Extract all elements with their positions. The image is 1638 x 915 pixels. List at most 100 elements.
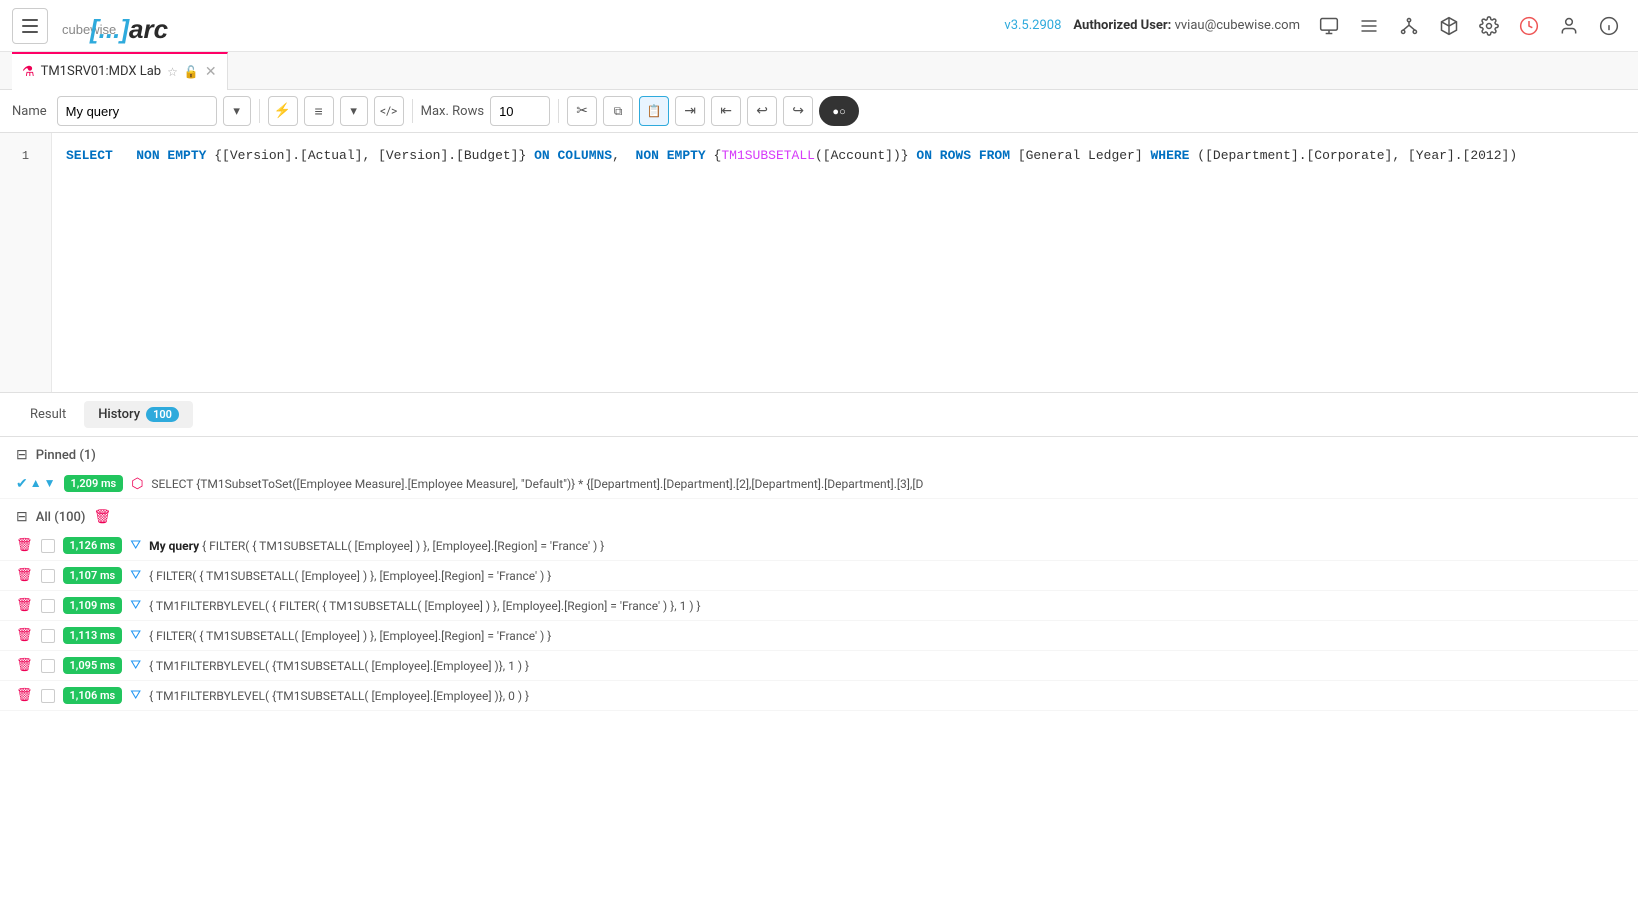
logo-svg: cubewise [...]arc xyxy=(60,8,170,44)
code-editor[interactable]: SELECT NON EMPTY {[Version].[Actual], [V… xyxy=(52,133,1638,392)
user-icon-btn[interactable] xyxy=(1552,9,1586,43)
indent-icon: ⇥ xyxy=(684,103,696,119)
history-row-3[interactable]: 🗑 1,113 ms ⛛ { FILTER( { TM1SUBSETALL( [… xyxy=(0,621,1638,651)
hamburger-button[interactable] xyxy=(12,8,48,44)
toggle-icon: ●○ xyxy=(832,105,845,118)
toolbar: Name ▾ ⚡ ≡ ▾ </> Max. Rows ✂ ⧉ 📋 xyxy=(0,90,1638,133)
tab-bar: ⚗ TM1SRV01:MDX Lab ☆ 🔓 ✕ xyxy=(0,52,1638,90)
cut-btn[interactable]: ✂ xyxy=(567,96,597,126)
row-trash-icon-5[interactable]: 🗑 xyxy=(16,688,33,703)
row-hierarchy-icon-2: ⛛ xyxy=(130,598,141,613)
maxrows-input[interactable] xyxy=(490,96,550,126)
down-icon: ▼ xyxy=(44,476,56,492)
name-dropdown-btn[interactable]: ▾ xyxy=(223,96,251,126)
hierarchy-icon-btn[interactable] xyxy=(1392,9,1426,43)
row-text-0: My query { FILTER( { TM1SUBSETALL( [Empl… xyxy=(149,539,1622,553)
cube-row-icon: ⬡ xyxy=(131,476,143,492)
format-btn[interactable]: ≡ xyxy=(304,96,334,126)
pin-icons: ✔ ▲ ▼ xyxy=(16,476,56,492)
cut-icon: ✂ xyxy=(576,103,588,119)
svg-text:[...]arc: [...]arc xyxy=(89,14,169,44)
row-checkbox-1[interactable] xyxy=(41,569,55,583)
pinned-section-header: ⊟ Pinned (1) xyxy=(0,437,1638,469)
row-trash-icon-1[interactable]: 🗑 xyxy=(16,568,33,583)
query-name-input[interactable] xyxy=(57,96,217,126)
row-checkbox-2[interactable] xyxy=(41,599,55,613)
star-icon[interactable]: ☆ xyxy=(167,65,178,79)
chevron-down-icon-2: ▾ xyxy=(350,104,357,119)
pinned-ms-badge: 1,209 ms xyxy=(64,475,124,492)
name-label: Name xyxy=(12,104,47,119)
chevron-down-icon: ▾ xyxy=(233,104,240,119)
row-hierarchy-icon-3: ⛛ xyxy=(130,628,141,643)
info-icon-btn[interactable] xyxy=(1592,9,1626,43)
separator-3 xyxy=(558,99,559,123)
copy-icon: ⧉ xyxy=(614,104,623,119)
hamburger-icon xyxy=(22,19,38,33)
undo-btn[interactable]: ↩ xyxy=(747,96,777,126)
row-trash-icon-0[interactable]: 🗑 xyxy=(16,538,33,553)
paste-btn[interactable]: 📋 xyxy=(639,96,669,126)
row-checkbox-3[interactable] xyxy=(41,629,55,643)
row-text-4: { TM1FILTERBYLEVEL( {TM1SUBSETALL( [Empl… xyxy=(149,659,1622,673)
separator-1 xyxy=(259,99,260,123)
pinned-label: Pinned (1) xyxy=(36,448,96,463)
flask-icon: ⚗ xyxy=(22,64,35,80)
format-dropdown-btn[interactable]: ▾ xyxy=(340,96,368,126)
history-row-5[interactable]: 🗑 1,106 ms ⛛ { TM1FILTERBYLEVEL( {TM1SUB… xyxy=(0,681,1638,711)
all-trash-icon[interactable]: 🗑 xyxy=(93,509,111,525)
row-ms-4: 1,095 ms xyxy=(63,657,123,674)
lock-icon: 🔓 xyxy=(184,65,199,79)
separator-2 xyxy=(412,99,413,123)
editor-area: 1 SELECT NON EMPTY {[Version].[Actual], … xyxy=(0,133,1638,393)
outdent-btn[interactable]: ⇤ xyxy=(711,96,741,126)
row-text-3: { FILTER( { TM1SUBSETALL( [Employee] ) }… xyxy=(149,629,1622,643)
results-content[interactable]: ⊟ Pinned (1) ✔ ▲ ▼ 1,209 ms ⬡ SELECT {TM… xyxy=(0,437,1638,915)
outdent-icon: ⇤ xyxy=(720,103,732,119)
row-trash-icon-2[interactable]: 🗑 xyxy=(16,598,33,613)
cube-icon-btn[interactable] xyxy=(1432,9,1466,43)
results-area: Result History 100 ⊟ Pinned (1) ✔ ▲ ▼ 1,… xyxy=(0,393,1638,915)
history-row-0[interactable]: 🗑 1,126 ms ⛛ My query { FILTER( { TM1SUB… xyxy=(0,531,1638,561)
version-label: v3.5.2908 xyxy=(1004,18,1061,33)
history-row-4[interactable]: 🗑 1,095 ms ⛛ { TM1FILTERBYLEVEL( {TM1SUB… xyxy=(0,651,1638,681)
code-btn[interactable]: </> xyxy=(374,96,404,126)
pinned-row-text: SELECT {TM1SubsetToSet([Employee Measure… xyxy=(151,477,1622,491)
tab-close-btn[interactable]: ✕ xyxy=(205,64,217,80)
history-row-1[interactable]: 🗑 1,107 ms ⛛ { FILTER( { TM1SUBSETALL( [… xyxy=(0,561,1638,591)
history-badge: 100 xyxy=(146,407,179,422)
row-ms-1: 1,107 ms xyxy=(63,567,123,584)
row-checkbox-4[interactable] xyxy=(41,659,55,673)
row-ms-3: 1,113 ms xyxy=(63,627,123,644)
copy-btn[interactable]: ⧉ xyxy=(603,96,633,126)
tab-result[interactable]: Result xyxy=(16,401,80,428)
toggle-btn[interactable]: ●○ xyxy=(819,96,859,126)
row-checkbox-5[interactable] xyxy=(41,689,55,703)
tab-history[interactable]: History 100 xyxy=(84,401,193,428)
mdx-lab-tab[interactable]: ⚗ TM1SRV01:MDX Lab ☆ 🔓 ✕ xyxy=(12,52,228,90)
pinned-collapse-icon[interactable]: ⊟ xyxy=(16,447,28,463)
lightning-icon: ⚡ xyxy=(274,103,291,119)
logo: cubewise [...]arc xyxy=(60,8,170,44)
auth-label: Authorized User: vviau@cubewise.com xyxy=(1073,18,1300,33)
row-checkbox-0[interactable] xyxy=(41,539,55,553)
row-hierarchy-icon-4: ⛛ xyxy=(130,658,141,673)
monitor-icon-btn[interactable] xyxy=(1312,9,1346,43)
run-btn[interactable]: ⚡ xyxy=(268,96,298,126)
code-icon: </> xyxy=(380,104,397,118)
all-collapse-icon[interactable]: ⊟ xyxy=(16,509,28,525)
clock-icon-btn[interactable] xyxy=(1512,9,1546,43)
row-ms-0: 1,126 ms xyxy=(63,537,123,554)
redo-btn[interactable]: ↪ xyxy=(783,96,813,126)
history-row-2[interactable]: 🗑 1,109 ms ⛛ { TM1FILTERBYLEVEL( { FILTE… xyxy=(0,591,1638,621)
row-trash-icon-4[interactable]: 🗑 xyxy=(16,658,33,673)
pinned-row[interactable]: ✔ ▲ ▼ 1,209 ms ⬡ SELECT {TM1SubsetToSet(… xyxy=(0,469,1638,499)
nav-icons xyxy=(1312,9,1626,43)
gear-icon-btn[interactable] xyxy=(1472,9,1506,43)
list-icon-btn[interactable] xyxy=(1352,9,1386,43)
top-nav: cubewise [...]arc v3.5.2908 Authorized U… xyxy=(0,0,1638,52)
row-trash-icon-3[interactable]: 🗑 xyxy=(16,628,33,643)
row-text-1: { FILTER( { TM1SUBSETALL( [Employee] ) }… xyxy=(149,569,1622,583)
redo-icon: ↪ xyxy=(792,103,804,119)
indent-btn[interactable]: ⇥ xyxy=(675,96,705,126)
